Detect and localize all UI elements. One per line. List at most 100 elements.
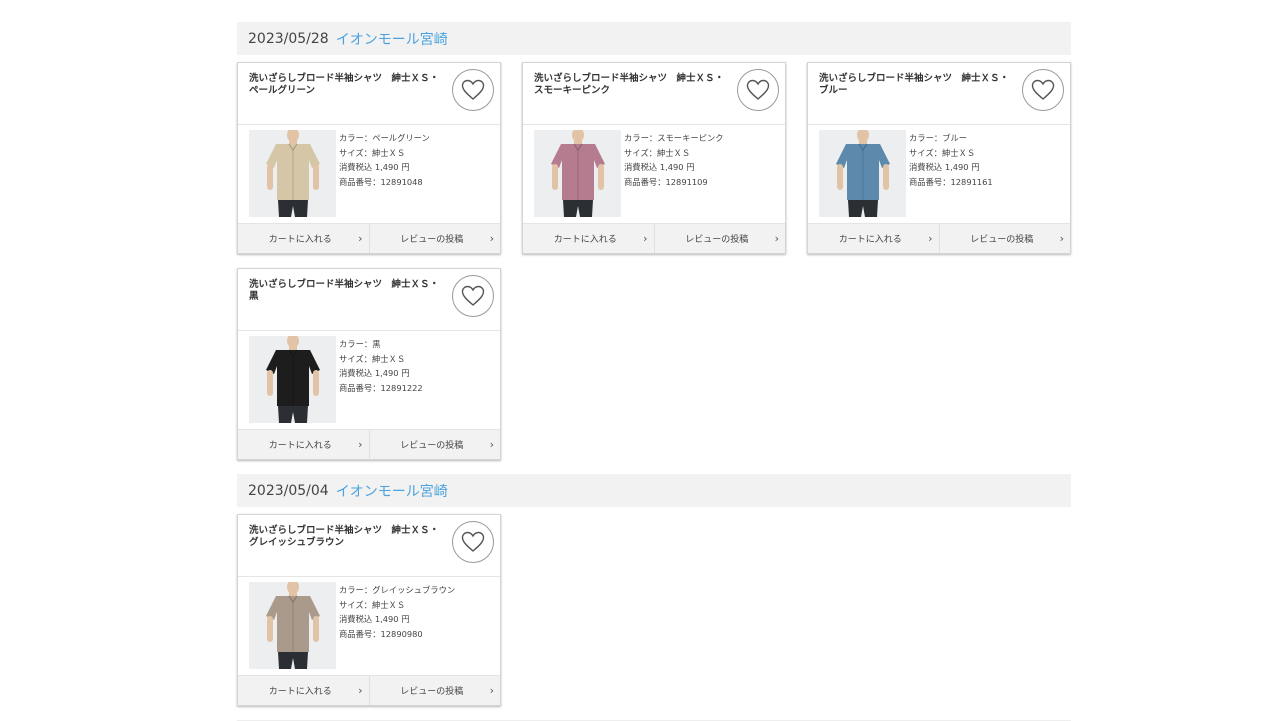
product-price: 消費税込 1,490 円	[339, 162, 410, 173]
heart-icon	[461, 79, 485, 100]
product-number: 商品番号：12891222	[339, 382, 423, 393]
product-list: 洗いざらしブロード半袖シャツ 紳士ＸＳ・ペールグリーン カラー：ペールグリーン …	[237, 62, 1071, 460]
heart-icon	[461, 531, 485, 552]
purchase-date: 2023/05/04	[248, 482, 329, 499]
add-to-cart-button[interactable]: カートに入れる ›	[808, 224, 939, 253]
post-review-button[interactable]: レビューの投稿 ›	[368, 676, 501, 705]
product-title[interactable]: 洗いざらしブロード半袖シャツ 紳士ＸＳ・ペールグリーン	[249, 73, 439, 97]
favorite-button[interactable]	[737, 69, 779, 111]
product-details: カラー：スモーキーピンク サイズ：紳士ＸＳ 消費税込 1,490 円 商品番号：…	[624, 131, 784, 189]
add-to-cart-label: カートに入れる	[268, 441, 332, 451]
card-actions: カートに入れる › レビューの投稿 ›	[238, 223, 500, 253]
post-review-button[interactable]: レビューの投稿 ›	[368, 430, 501, 459]
post-review-button[interactable]: レビューの投稿 ›	[653, 224, 786, 253]
chevron-right-icon: ›	[928, 232, 933, 245]
purchase-section: 2023/05/04 イオンモール宮崎 洗いざらしブロード半袖シャツ 紳士ＸＳ・…	[237, 474, 1071, 706]
add-to-cart-button[interactable]: カートに入れる ›	[238, 224, 369, 253]
product-size: サイズ：紳士ＸＳ	[909, 147, 976, 158]
card-actions: カートに入れる › レビューの投稿 ›	[523, 223, 785, 253]
product-size: サイズ：紳士ＸＳ	[339, 147, 406, 158]
post-review-label: レビューの投稿	[970, 235, 1034, 245]
chevron-right-icon: ›	[643, 232, 648, 245]
product-image[interactable]	[249, 582, 336, 669]
chevron-right-icon: ›	[358, 438, 363, 451]
add-to-cart-label: カートに入れる	[553, 235, 617, 245]
shirt-model-illustration	[836, 130, 890, 217]
product-details: カラー：グレイッシュブラウン サイズ：紳士ＸＳ 消費税込 1,490 円 商品番…	[339, 583, 499, 641]
product-card: 洗いざらしブロード半袖シャツ 紳士ＸＳ・ブルー カラー：ブルー サイズ：紳士ＸＳ…	[807, 62, 1071, 254]
purchase-section: 2023/05/28 イオンモール宮崎 洗いざらしブロード半袖シャツ 紳士ＸＳ・…	[237, 22, 1071, 460]
favorite-button[interactable]	[452, 69, 494, 111]
product-title[interactable]: 洗いざらしブロード半袖シャツ 紳士ＸＳ・黒	[249, 279, 439, 303]
store-link[interactable]: イオンモール宮崎	[336, 481, 448, 501]
product-details: カラー：黒 サイズ：紳士ＸＳ 消費税込 1,490 円 商品番号：1289122…	[339, 337, 499, 395]
add-to-cart-label: カートに入れる	[838, 235, 902, 245]
product-number: 商品番号：12891048	[339, 176, 423, 187]
product-size: サイズ：紳士ＸＳ	[624, 147, 691, 158]
post-review-label: レビューの投稿	[400, 687, 464, 697]
chevron-right-icon: ›	[358, 232, 363, 245]
card-divider	[808, 124, 1070, 125]
favorite-button[interactable]	[1022, 69, 1064, 111]
section-header: 2023/05/28 イオンモール宮崎	[237, 22, 1071, 55]
post-review-button[interactable]: レビューの投稿 ›	[368, 224, 501, 253]
shirt-model-illustration	[551, 130, 605, 217]
chevron-right-icon: ›	[358, 684, 363, 697]
post-review-label: レビューの投稿	[400, 441, 464, 451]
chevron-right-icon: ›	[1059, 232, 1064, 245]
product-title[interactable]: 洗いざらしブロード半袖シャツ 紳士ＸＳ・スモーキーピンク	[534, 73, 724, 97]
product-details: カラー：ペールグリーン サイズ：紳士ＸＳ 消費税込 1,490 円 商品番号：1…	[339, 131, 499, 189]
product-size: サイズ：紳士ＸＳ	[339, 353, 406, 364]
card-divider	[238, 124, 500, 125]
product-card: 洗いざらしブロード半袖シャツ 紳士ＸＳ・グレイッシュブラウン カラー：グレイッシ…	[237, 514, 501, 706]
product-image[interactable]	[534, 130, 621, 217]
heart-icon	[461, 285, 485, 306]
product-color: カラー：ペールグリーン	[339, 133, 430, 143]
post-review-button[interactable]: レビューの投稿 ›	[938, 224, 1071, 253]
heart-icon	[1031, 79, 1055, 100]
product-card: 洗いざらしブロード半袖シャツ 紳士ＸＳ・スモーキーピンク カラー：スモーキーピン…	[522, 62, 786, 254]
card-divider	[238, 330, 500, 331]
product-number: 商品番号：12891161	[909, 176, 993, 187]
product-image[interactable]	[819, 130, 906, 217]
product-card: 洗いざらしブロード半袖シャツ 紳士ＸＳ・黒 カラー：黒 サイズ：紳士ＸＳ 消費税…	[237, 268, 501, 460]
chevron-right-icon: ›	[489, 684, 494, 697]
product-title[interactable]: 洗いざらしブロード半袖シャツ 紳士ＸＳ・グレイッシュブラウン	[249, 525, 439, 549]
favorite-button[interactable]	[452, 275, 494, 317]
post-review-label: レビューの投稿	[400, 235, 464, 245]
product-number: 商品番号：12891109	[624, 176, 708, 187]
product-color: カラー：スモーキーピンク	[624, 133, 724, 143]
product-list: 洗いざらしブロード半袖シャツ 紳士ＸＳ・グレイッシュブラウン カラー：グレイッシ…	[237, 514, 1071, 706]
product-card: 洗いざらしブロード半袖シャツ 紳士ＸＳ・ペールグリーン カラー：ペールグリーン …	[237, 62, 501, 254]
favorite-button[interactable]	[452, 521, 494, 563]
purchase-history: 2023/05/28 イオンモール宮崎 洗いざらしブロード半袖シャツ 紳士ＸＳ・…	[237, 22, 1071, 721]
product-number: 商品番号：12890980	[339, 628, 423, 639]
product-image[interactable]	[249, 336, 336, 423]
product-price: 消費税込 1,490 円	[624, 162, 695, 173]
heart-icon	[746, 79, 770, 100]
product-color: カラー：グレイッシュブラウン	[339, 585, 456, 595]
product-title[interactable]: 洗いざらしブロード半袖シャツ 紳士ＸＳ・ブルー	[819, 73, 1009, 97]
add-to-cart-label: カートに入れる	[268, 235, 332, 245]
product-price: 消費税込 1,490 円	[339, 614, 410, 625]
product-price: 消費税込 1,490 円	[909, 162, 980, 173]
card-actions: カートに入れる › レビューの投稿 ›	[238, 675, 500, 705]
card-actions: カートに入れる › レビューの投稿 ›	[238, 429, 500, 459]
card-actions: カートに入れる › レビューの投稿 ›	[808, 223, 1070, 253]
chevron-right-icon: ›	[489, 438, 494, 451]
add-to-cart-label: カートに入れる	[268, 687, 332, 697]
store-link[interactable]: イオンモール宮崎	[336, 29, 448, 49]
section-header: 2023/05/04 イオンモール宮崎	[237, 474, 1071, 507]
chevron-right-icon: ›	[774, 232, 779, 245]
product-color: カラー：黒	[339, 339, 381, 349]
shirt-model-illustration	[266, 336, 320, 423]
product-image[interactable]	[249, 130, 336, 217]
add-to-cart-button[interactable]: カートに入れる ›	[238, 430, 369, 459]
product-color: カラー：ブルー	[909, 133, 968, 143]
product-price: 消費税込 1,490 円	[339, 368, 410, 379]
add-to-cart-button[interactable]: カートに入れる ›	[523, 224, 654, 253]
purchase-date: 2023/05/28	[248, 30, 329, 47]
product-details: カラー：ブルー サイズ：紳士ＸＳ 消費税込 1,490 円 商品番号：12891…	[909, 131, 1069, 189]
shirt-model-illustration	[266, 582, 320, 669]
add-to-cart-button[interactable]: カートに入れる ›	[238, 676, 369, 705]
